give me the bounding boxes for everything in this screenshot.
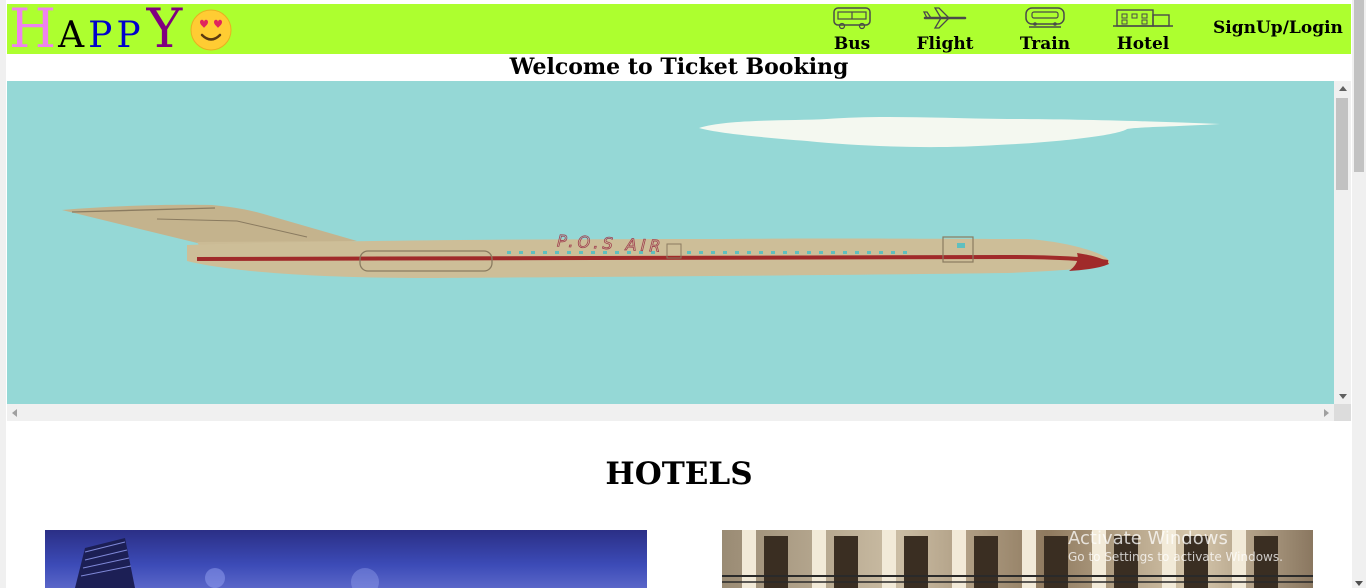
bus-icon (833, 7, 871, 30)
scroll-left-arrow-icon[interactable] (12, 409, 17, 417)
scrollbar-corner (1334, 404, 1351, 421)
page-vertical-scrollbar[interactable] (1352, 0, 1366, 588)
nav-train-label: Train (1019, 34, 1071, 54)
hotels-heading: HOTELS (605, 456, 753, 492)
airplane-icon (922, 7, 967, 29)
train-icon (1025, 7, 1065, 28)
scroll-down-arrow-icon[interactable] (1339, 394, 1347, 399)
banner-frame[interactable]: P.O.S AIR (7, 81, 1351, 421)
header-bar: H A P P Y Bus Flight Train Hotel SignUp/… (7, 2, 1351, 56)
hotel-building-illustration (75, 538, 379, 588)
logo-letter: A (58, 15, 85, 56)
banner-scroll-thumb[interactable] (1336, 98, 1348, 190)
scroll-down-arrow-icon[interactable] (1355, 581, 1363, 586)
activate-windows-watermark: Activate Windows Go to Settings to activ… (1068, 528, 1283, 564)
nav-flight[interactable]: Flight (909, 4, 981, 54)
logo[interactable]: H A P P Y (9, 0, 182, 56)
banner-vertical-scrollbar[interactable] (1334, 81, 1351, 404)
watermark-subtitle: Go to Settings to activate Windows. (1068, 549, 1283, 564)
nav-hotel[interactable]: Hotel (1109, 4, 1177, 54)
airplane-illustration: P.O.S AIR (62, 116, 1220, 278)
scroll-up-arrow-icon[interactable] (1339, 86, 1347, 91)
nav-hotel-label: Hotel (1116, 34, 1170, 54)
nav-bus-label: Bus (833, 34, 871, 54)
scroll-right-arrow-icon[interactable] (1324, 409, 1329, 417)
logo-letter: Y (146, 0, 183, 60)
nav-train[interactable]: Train (1011, 4, 1079, 54)
logo-letter: P (88, 15, 113, 56)
building-icon (1113, 9, 1173, 27)
page-scroll-thumb[interactable] (1354, 0, 1364, 172)
watermark-title: Activate Windows (1068, 528, 1228, 549)
page-left-edge (0, 0, 6, 588)
hotel-image[interactable] (45, 530, 647, 588)
nav-flight-label: Flight (916, 34, 974, 54)
nav-bus[interactable]: Bus (825, 4, 879, 54)
heart-eyes-emoji-icon (190, 9, 232, 51)
welcome-heading: Welcome to Ticket Booking (509, 54, 849, 80)
banner-image: P.O.S AIR (7, 81, 1334, 404)
banner-horizontal-scrollbar[interactable] (7, 404, 1334, 421)
logo-letter: P (116, 15, 141, 56)
signup-login-link[interactable]: SignUp/Login (1213, 18, 1343, 38)
logo-letter: H (9, 0, 57, 60)
